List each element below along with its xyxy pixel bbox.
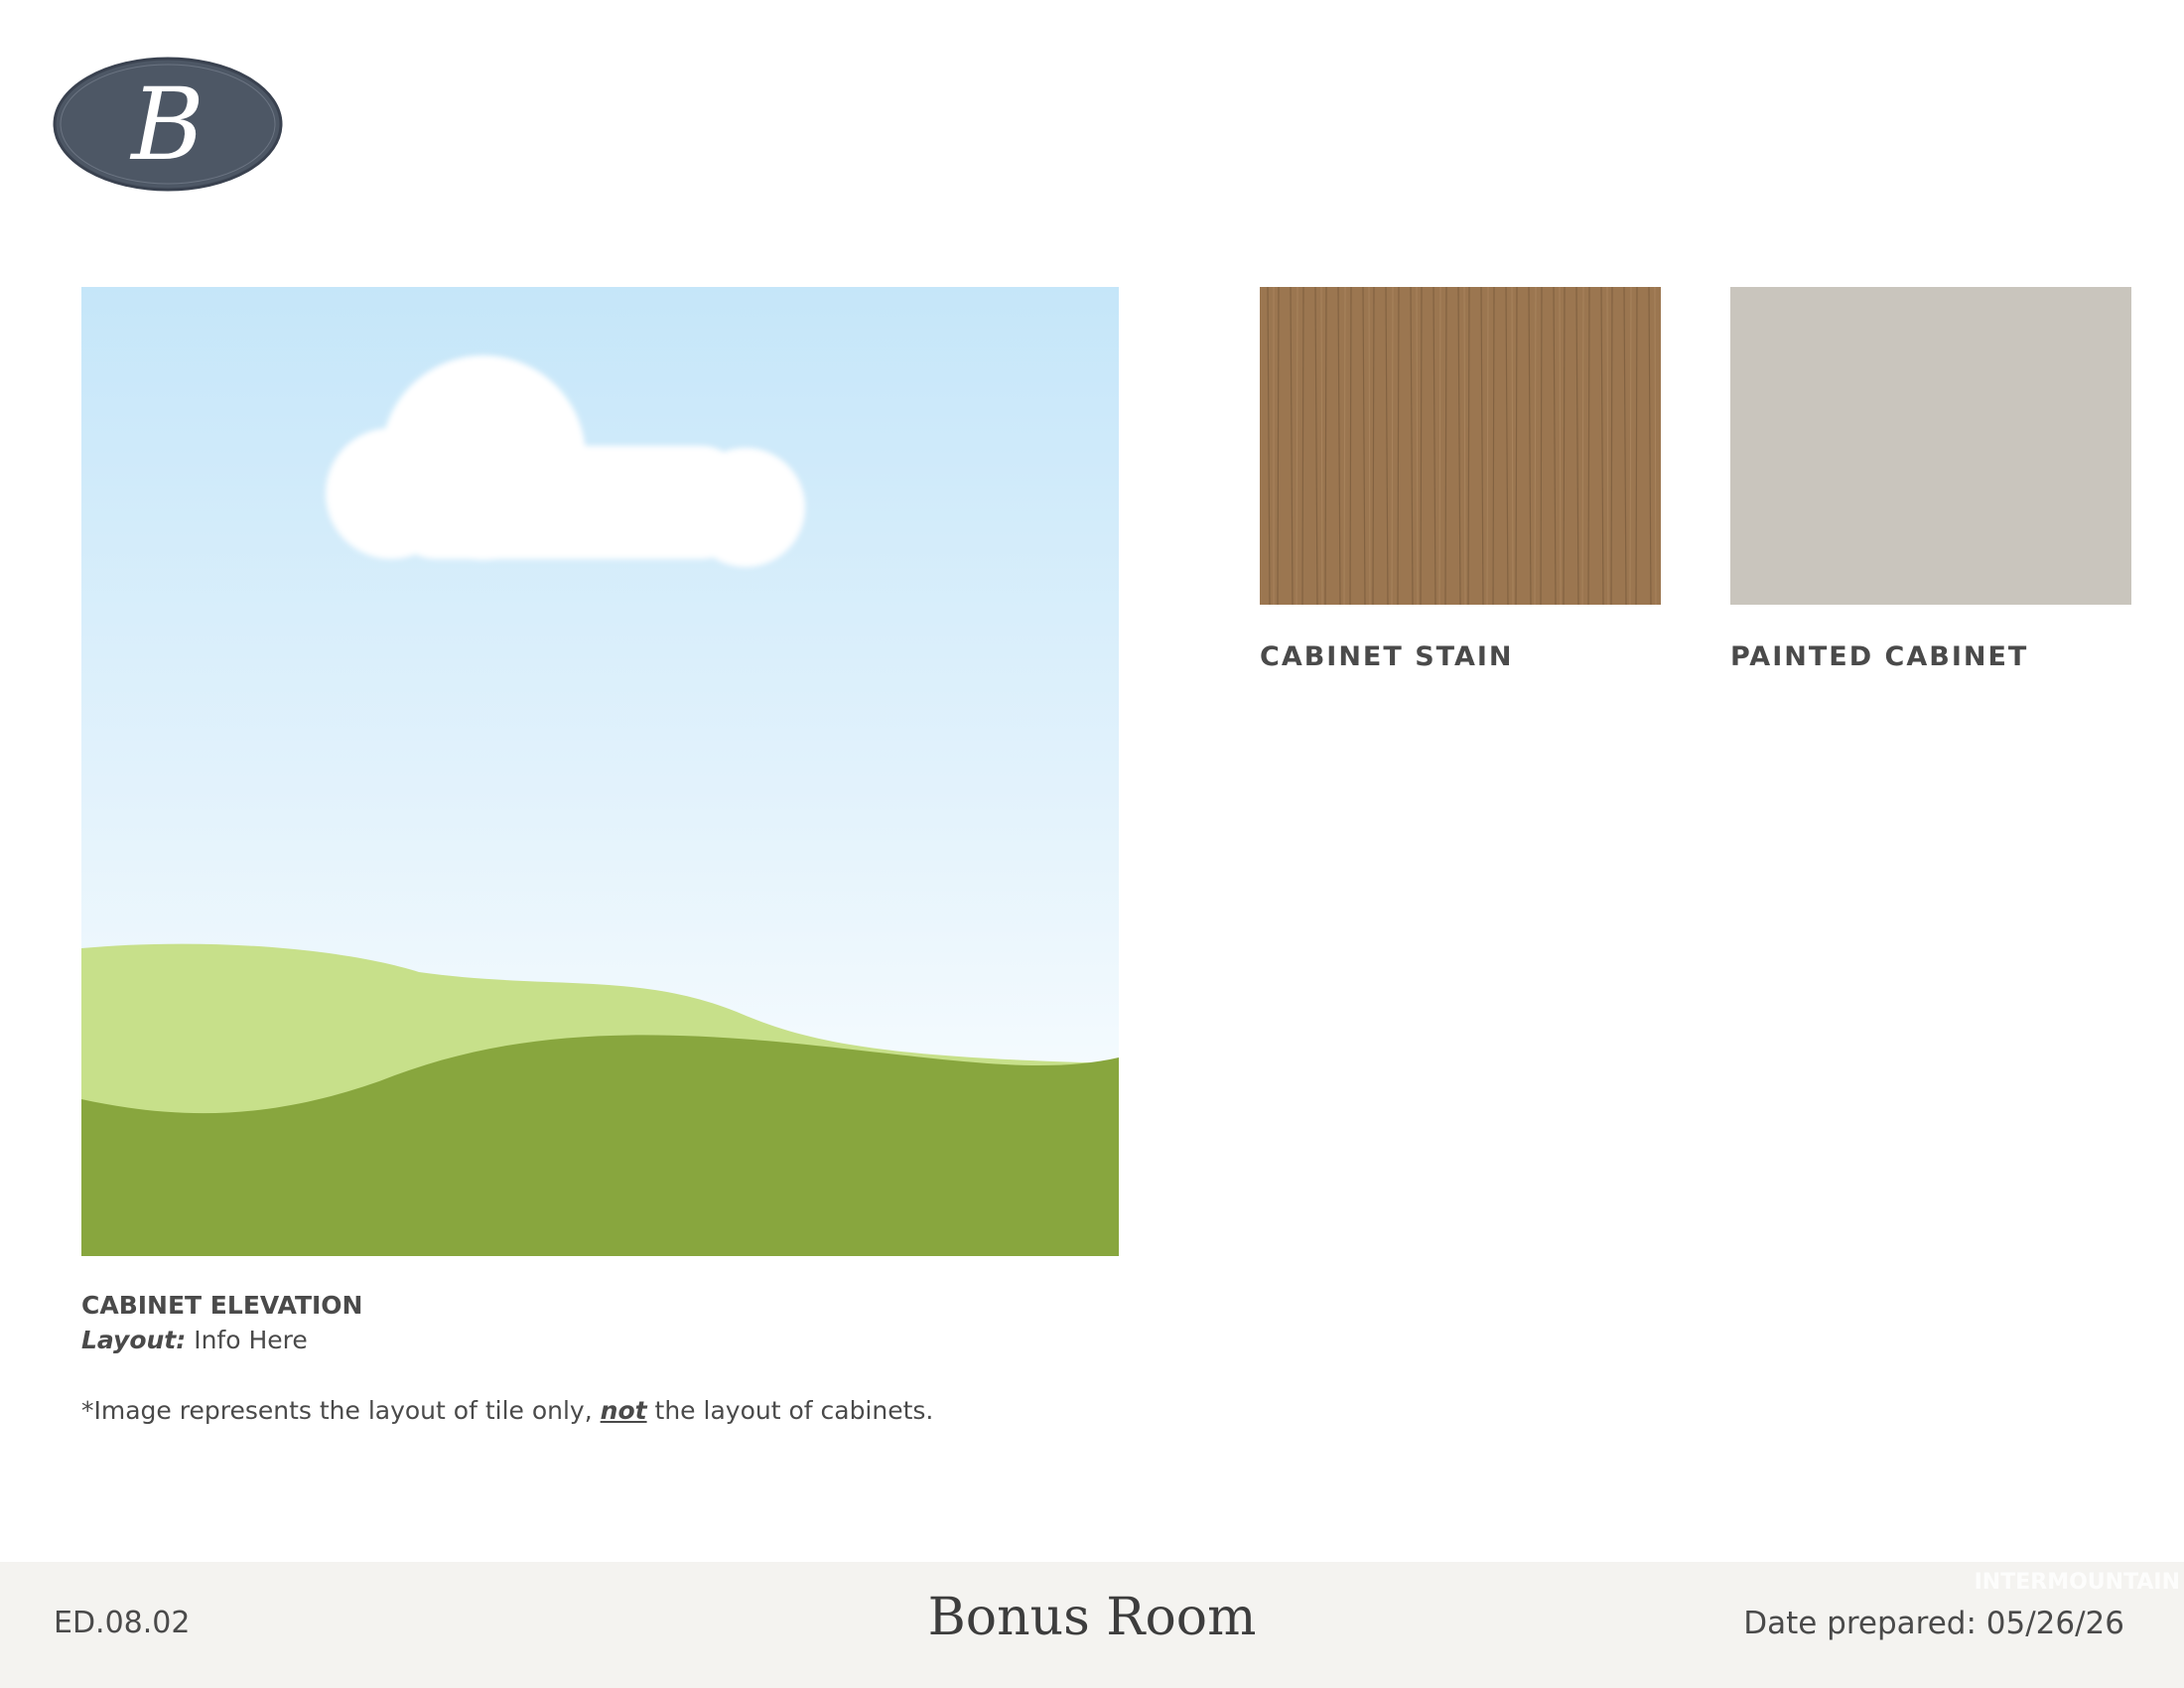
note-text-after: the layout of cabinets. xyxy=(654,1396,934,1425)
date-value: 05/26/26 xyxy=(1985,1606,2124,1641)
cabinet-elevation-image xyxy=(81,287,1119,1256)
date-label: Date prepared: xyxy=(1743,1606,1977,1641)
layout-label: Layout: xyxy=(81,1326,187,1354)
brand-logo: B xyxy=(53,57,283,192)
cabinet-elevation-title: CABINET ELEVATION xyxy=(81,1291,363,1320)
painted-cabinet-label: PAINTED CABINET xyxy=(1730,641,2029,672)
cabinet-stain-label: CABINET STAIN xyxy=(1260,641,1514,672)
date-prepared: Date prepared: 05/26/26 xyxy=(1743,1606,2124,1641)
layout-info: Layout: Info Here xyxy=(81,1326,308,1354)
note-emphasis: not xyxy=(600,1396,647,1425)
layout-value: Info Here xyxy=(194,1326,308,1354)
svg-text:B: B xyxy=(129,67,205,183)
cabinet-stain-swatch xyxy=(1260,287,1661,605)
watermark-text: INTERMOUNTAIN xyxy=(1974,1570,2180,1595)
note-text-before: *Image represents the layout of tile onl… xyxy=(81,1396,593,1425)
page-footer: ED.08.02 Bonus Room INTERMOUNTAIN Date p… xyxy=(0,1562,2184,1688)
painted-cabinet-swatch xyxy=(1730,287,2131,605)
layout-note: *Image represents the layout of tile onl… xyxy=(81,1396,933,1425)
